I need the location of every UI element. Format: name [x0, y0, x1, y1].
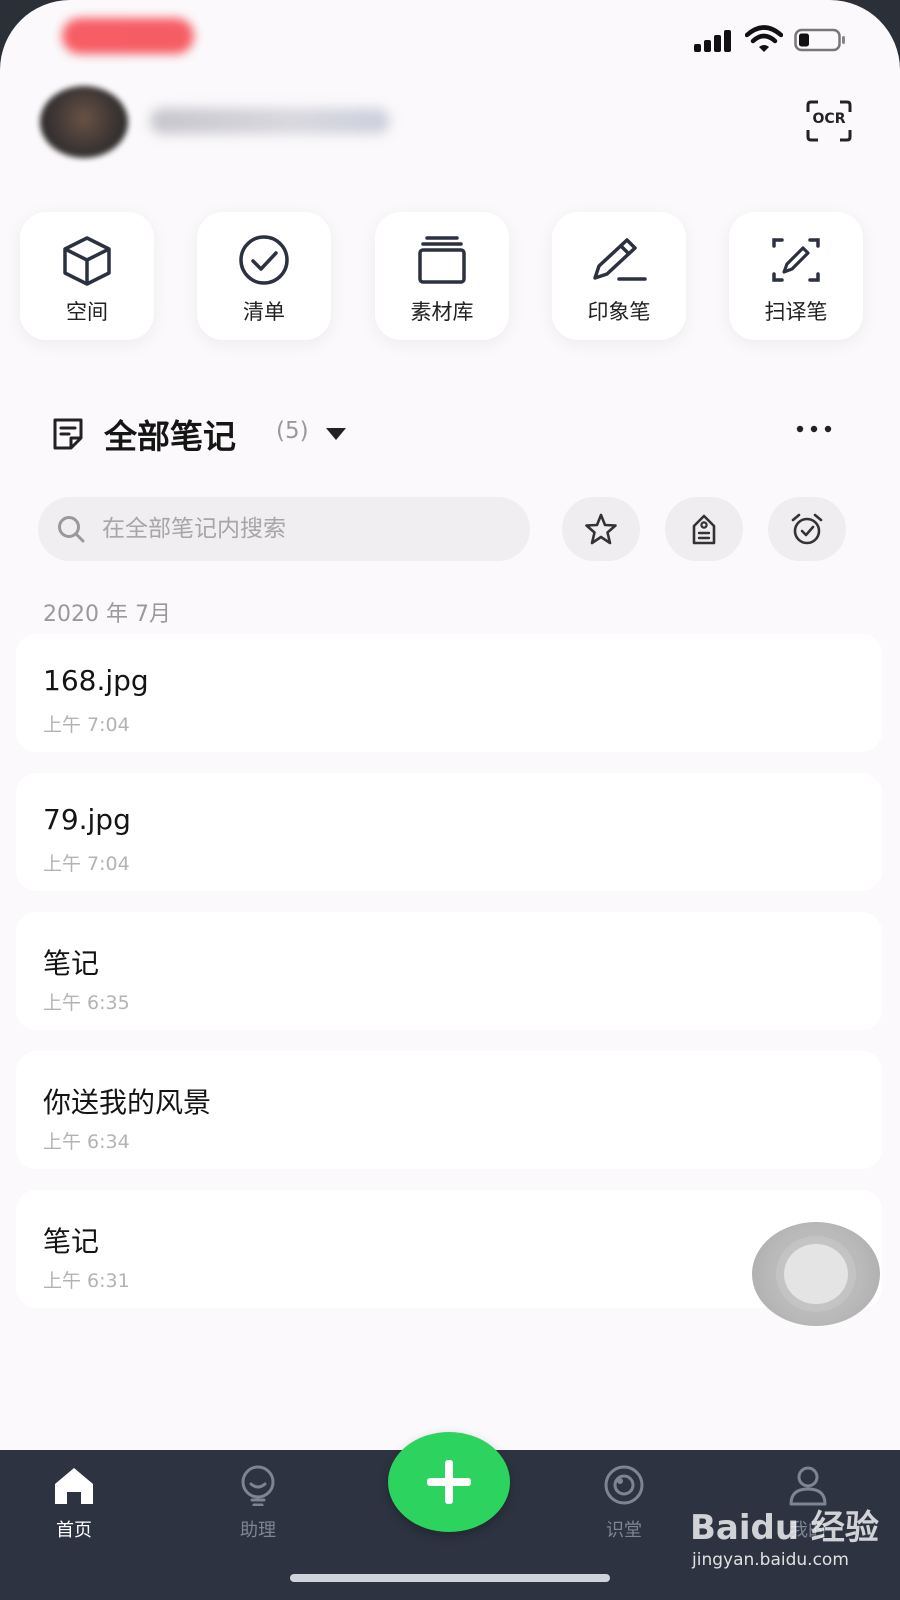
note-time: 上午 6:34	[43, 1131, 130, 1153]
scan-pen-icon	[772, 238, 820, 282]
reminders-button[interactable]	[768, 497, 846, 561]
profile-icon	[789, 1466, 827, 1506]
tags-button[interactable]	[665, 497, 743, 561]
stack-icon	[418, 236, 466, 284]
search-icon	[58, 516, 85, 543]
note-item[interactable]: 你送我的风景 上午 6:34	[16, 1051, 882, 1169]
home-icon	[55, 1468, 93, 1504]
tab-label: 识堂	[606, 1520, 642, 1541]
username-blurred[interactable]	[150, 104, 430, 138]
shortcut-label: 清单	[243, 300, 285, 324]
shortcut-library[interactable]: 素材库	[375, 212, 509, 340]
notes-count: (5)	[276, 418, 309, 444]
tab-home[interactable]: 首页	[14, 1450, 134, 1560]
shortcut-space[interactable]: 空间	[20, 212, 154, 340]
note-title: 168.jpg	[43, 664, 149, 697]
notes-title[interactable]: 全部笔记	[104, 410, 236, 458]
cube-icon	[63, 236, 111, 286]
shortcut-label: 素材库	[410, 300, 474, 324]
note-item[interactable]: 79.jpg 上午 7:04	[16, 773, 882, 891]
add-note-button[interactable]	[388, 1432, 510, 1532]
check-circle-icon	[239, 235, 289, 285]
alarm-clock-icon	[791, 513, 823, 545]
app-screen: OCR 空间 清单 素材库 印象笔 扫译笔 全部笔记 (5) 在全部笔记内搜索 …	[0, 0, 900, 1600]
tab-classroom[interactable]: 识堂	[564, 1450, 684, 1560]
note-item[interactable]: 笔记 上午 6:35	[16, 912, 882, 1030]
avatar[interactable]	[40, 86, 128, 158]
tab-profile[interactable]: 我的	[748, 1450, 868, 1560]
note-title: 79.jpg	[43, 803, 131, 836]
wifi-icon	[745, 25, 783, 52]
notes-header: 全部笔记 (5)	[40, 404, 860, 460]
note-title: 你送我的风景	[43, 1086, 212, 1119]
ocr-button[interactable]: OCR	[806, 100, 852, 142]
note-item[interactable]: 笔记 上午 6:31	[16, 1190, 882, 1308]
section-date: 2020 年 7月	[43, 602, 171, 627]
status-bar	[0, 0, 900, 80]
shortcut-pen[interactable]: 印象笔	[552, 212, 686, 340]
shortcut-label: 扫译笔	[764, 300, 828, 324]
note-time: 上午 7:04	[43, 853, 130, 875]
star-icon	[585, 513, 617, 545]
chevron-down-icon[interactable]	[326, 428, 346, 440]
recording-indicator	[62, 18, 194, 54]
favorites-button[interactable]	[562, 497, 640, 561]
search-input[interactable]	[102, 509, 512, 549]
tag-icon	[692, 514, 716, 545]
classroom-icon	[604, 1465, 644, 1505]
note-time: 上午 6:35	[43, 992, 130, 1014]
home-indicator	[290, 1574, 610, 1582]
search-box[interactable]	[38, 497, 530, 561]
tab-label: 首页	[56, 1520, 92, 1541]
note-title: 笔记	[43, 947, 100, 980]
shortcut-label: 印象笔	[587, 300, 651, 324]
shortcut-label: 空间	[66, 300, 108, 324]
tab-assistant[interactable]: 助理	[198, 1450, 318, 1560]
tab-label: 助理	[240, 1520, 276, 1541]
note-item[interactable]: 168.jpg 上午 7:04	[16, 634, 882, 752]
pen-icon	[593, 238, 647, 281]
notes-icon	[53, 418, 83, 450]
battery-icon	[794, 28, 845, 52]
signal-icon	[694, 30, 734, 52]
assistive-touch-button[interactable]	[752, 1222, 880, 1326]
more-icon[interactable]	[794, 414, 834, 444]
tab-label: 我的	[790, 1520, 826, 1541]
note-title: 笔记	[43, 1225, 100, 1258]
shortcut-scan-pen[interactable]: 扫译笔	[729, 212, 863, 340]
assistant-icon	[241, 1465, 275, 1506]
ocr-label: OCR	[812, 111, 846, 127]
note-time: 上午 7:04	[43, 714, 130, 736]
shortcut-checklist[interactable]: 清单	[197, 212, 331, 340]
note-time: 上午 6:31	[43, 1270, 130, 1292]
